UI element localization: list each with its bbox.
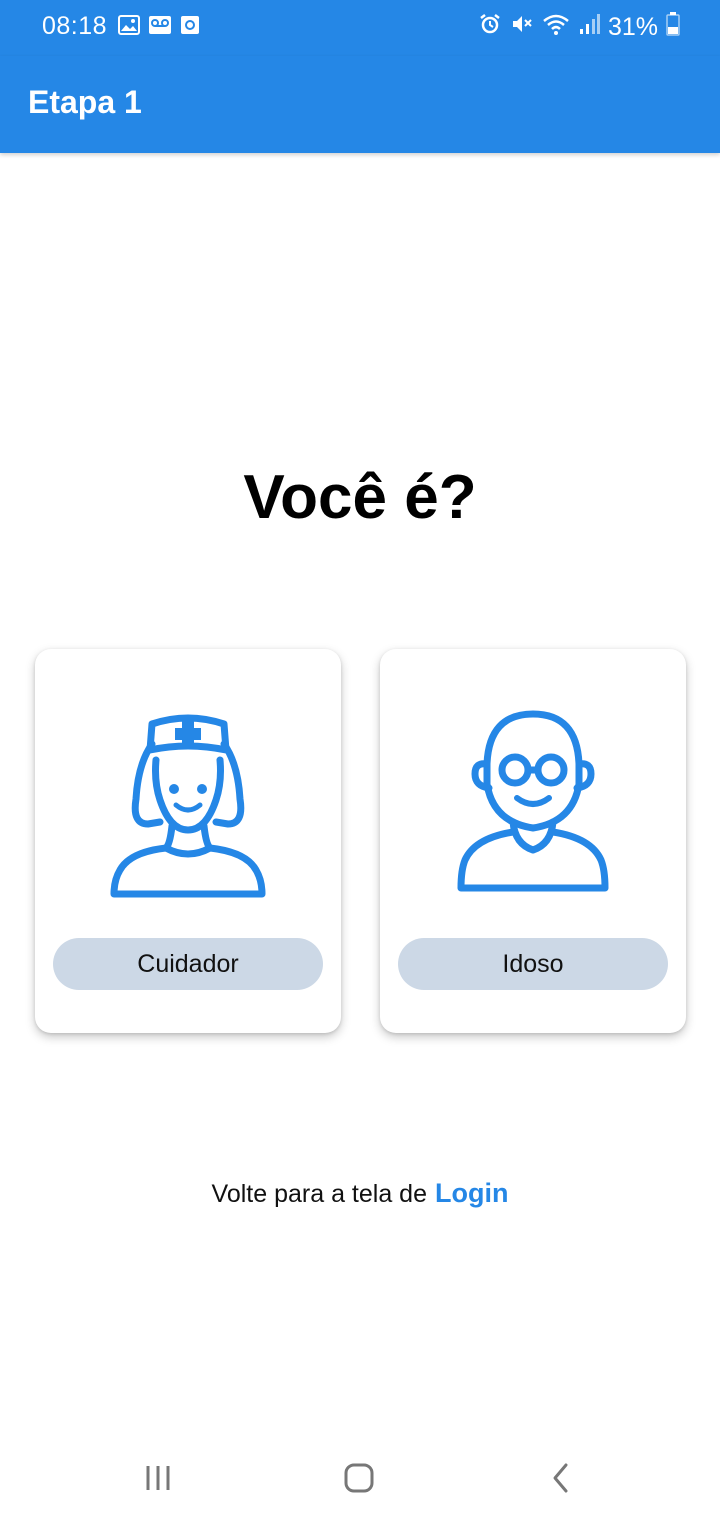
alarm-icon (478, 12, 502, 43)
battery-text: 31% (607, 13, 658, 41)
wifi-icon (542, 12, 570, 43)
nurse-icon (35, 704, 341, 909)
home-icon[interactable] (335, 1458, 383, 1498)
elderly-man-icon (380, 704, 686, 909)
status-time: 08:18 (42, 12, 108, 40)
app-title: Etapa 1 (28, 84, 142, 120)
status-right-icons: 31% (478, 12, 680, 43)
voicemail-icon (148, 15, 172, 40)
recent-apps-icon[interactable] (134, 1458, 182, 1498)
navigation-bar (0, 1440, 720, 1520)
question-heading: Você é? (243, 463, 477, 532)
login-link[interactable]: Login (435, 1178, 508, 1208)
app-bar: Etapa 1 (0, 56, 720, 153)
caregiver-card[interactable]: Cuidador (35, 649, 341, 1033)
caregiver-button[interactable]: Cuidador (53, 938, 323, 990)
image-icon (118, 15, 140, 40)
signal-icon (578, 13, 600, 42)
elderly-button[interactable]: Idoso (398, 938, 668, 990)
back-icon[interactable] (537, 1458, 585, 1498)
back-to-login: Volte para a tela de Login (0, 1178, 720, 1209)
status-bar: 08:18 31% (0, 0, 720, 56)
screen-record-icon (180, 15, 200, 40)
battery-icon (666, 12, 680, 43)
elderly-card[interactable]: Idoso (380, 649, 686, 1033)
back-to-login-prompt: Volte para a tela de (211, 1180, 427, 1208)
status-left-icons (118, 15, 200, 40)
mute-icon (510, 12, 534, 43)
